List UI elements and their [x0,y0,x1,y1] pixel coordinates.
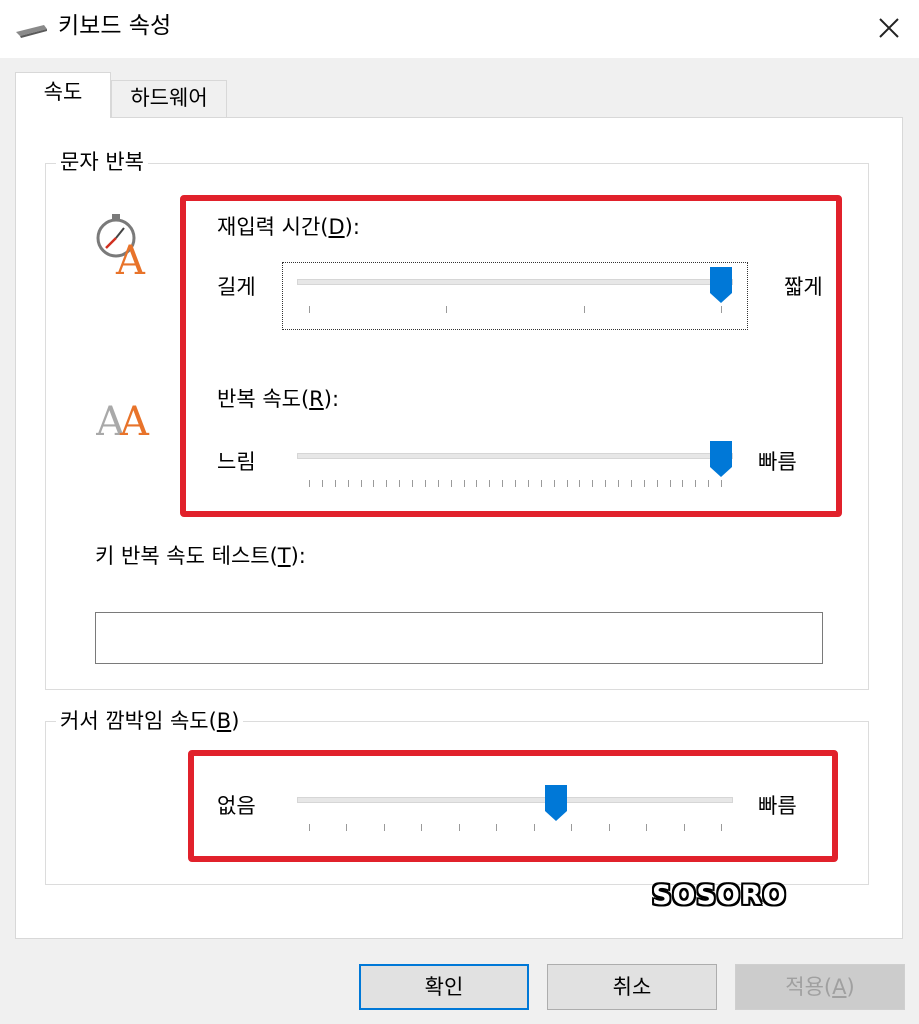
cancel-button[interactable]: 취소 [547,964,717,1010]
tab-hardware[interactable]: 하드웨어 [111,80,227,118]
highlight-box-char-repeat [180,195,842,517]
title-bar: 키보드 속성 [0,0,919,58]
repeat-test-label: 키 반복 속도 테스트(T): [95,544,306,568]
watermark: SOSORO [652,880,787,911]
window-title: 키보드 속성 [58,13,172,39]
svg-text:A: A [115,238,146,276]
apply-button[interactable]: 적용(A) [735,964,905,1010]
repeat-delay-icon: A [96,214,146,276]
tab-panel: 문자 반복 A A A 재입력 시간(D): 길게 짧게 반복 속도(R): 느… [15,117,903,939]
keyboard-icon [16,25,47,38]
cursor-blink-group-title: 커서 깜박임 속도(B) [56,708,244,734]
close-button[interactable] [866,6,912,50]
repeat-rate-icon: A A [96,399,150,441]
svg-text:A: A [119,399,150,441]
tab-speed[interactable]: 속도 [15,72,111,118]
highlight-box-cursor-blink [188,750,838,862]
char-repeat-group-title: 문자 반복 [56,149,148,175]
repeat-test-input[interactable] [95,612,823,664]
ok-button[interactable]: 확인 [359,964,529,1010]
close-icon [879,18,899,38]
